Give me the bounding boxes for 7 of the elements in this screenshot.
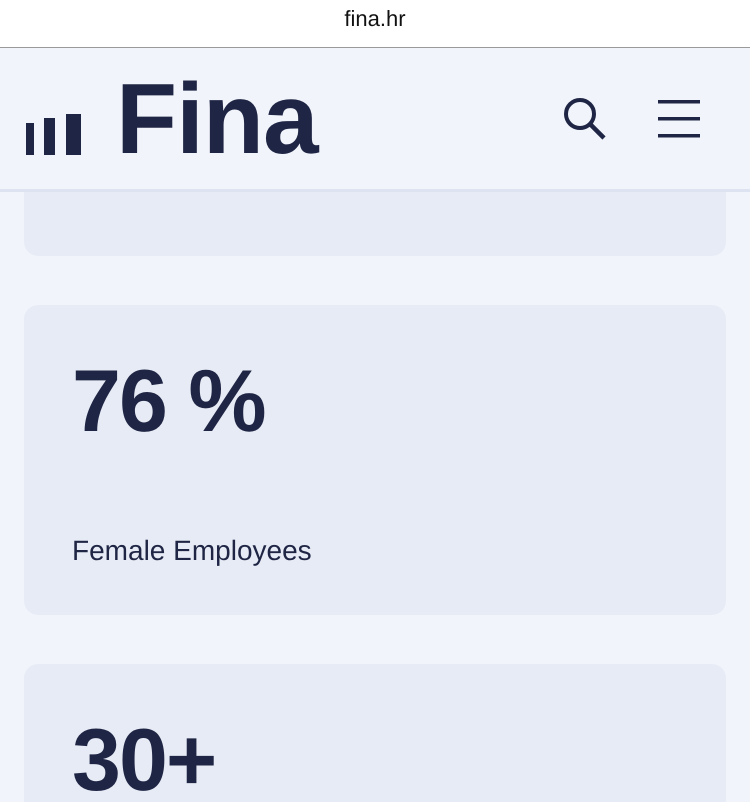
address-text[interactable]: fina.hr	[344, 6, 406, 32]
menu-icon[interactable]	[658, 100, 700, 138]
stat-value: 30+	[72, 716, 216, 802]
stat-value: 76 %	[72, 357, 266, 445]
stat-label: Female Employees	[72, 535, 313, 567]
search-icon[interactable]	[562, 96, 608, 142]
logo-text[interactable]: Fina	[116, 78, 318, 158]
